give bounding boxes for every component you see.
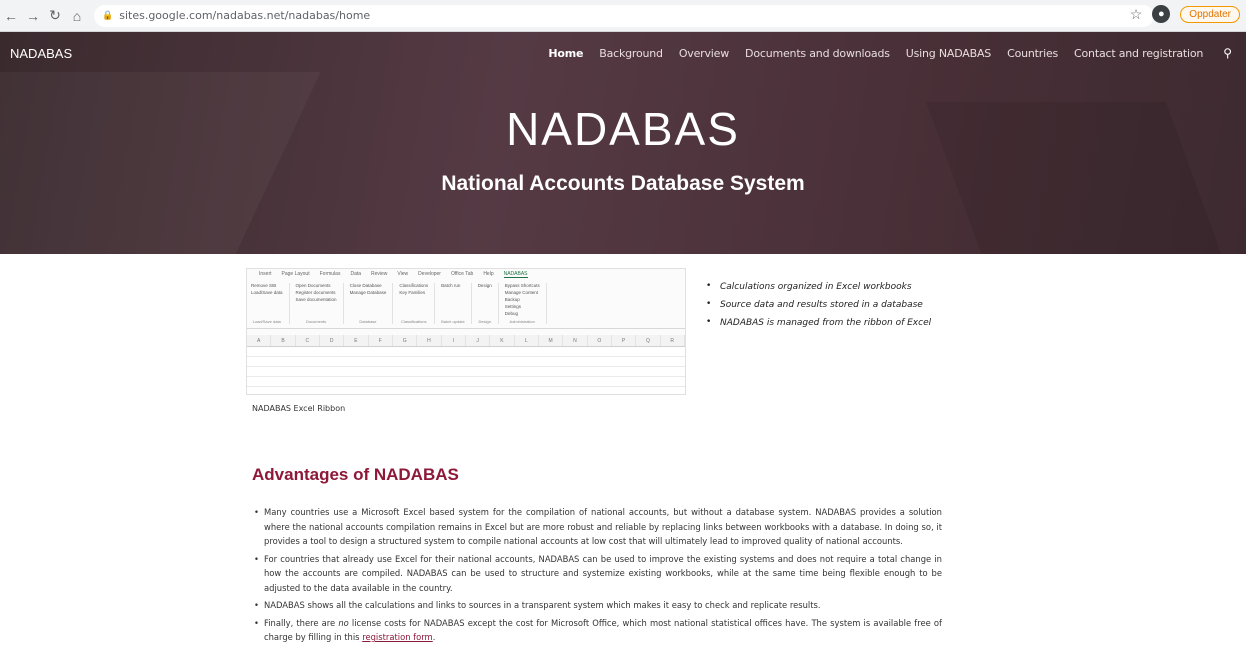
nav-using-nadabas[interactable]: Using NADABAS — [906, 47, 992, 60]
list-item: Source data and results stored in a data… — [706, 299, 931, 310]
browser-toolbar: ← → ↻ ⌂ 🔒 sites.google.com/nadabas.net/n… — [0, 0, 1246, 32]
ribbon-tabs: Insert Page Layout Formulas Data Review … — [247, 269, 685, 279]
ribbon-tab: Developer — [418, 271, 441, 277]
nav-documents-and-downloads[interactable]: Documents and downloads — [745, 47, 890, 60]
ribbon-group: Remove SIB Load/Save data Load/Save data — [251, 283, 290, 324]
advantages-list: Many countries use a Microsoft Excel bas… — [252, 505, 942, 648]
list-item: NADABAS shows all the calculations and l… — [252, 598, 942, 613]
site-name[interactable]: NADABAS — [10, 46, 72, 61]
hero-banner: NADABAS Home Background Overview Documen… — [0, 32, 1246, 254]
ribbon-body: Remove SIB Load/Save data Load/Save data… — [247, 279, 685, 329]
ribbon-group: Close Database Manage Database Database — [350, 283, 394, 324]
update-button[interactable]: Oppdater — [1180, 5, 1240, 23]
nav-overview[interactable]: Overview — [679, 47, 729, 60]
ribbon-tab: Formulas — [319, 271, 341, 277]
nav-home[interactable]: Home — [548, 47, 583, 60]
ribbon-tab: Data — [350, 271, 362, 277]
site-navigation: Home Background Overview Documents and d… — [548, 46, 1232, 60]
feature-list: Calculations organized in Excel workbook… — [706, 281, 931, 336]
page-title: NADABAS — [506, 103, 740, 155]
list-item: NADABAS is managed from the ribbon of Ex… — [706, 317, 931, 328]
ribbon-group: Open Documents Register documents Save d… — [296, 283, 344, 324]
home-icon[interactable]: ⌂ — [66, 5, 88, 27]
ribbon-group: Classifications Key Families Classificat… — [399, 283, 436, 324]
ribbon-tab: View — [397, 271, 409, 277]
image-caption: NADABAS Excel Ribbon — [252, 404, 346, 413]
nav-contact-and-registration[interactable]: Contact and registration — [1074, 47, 1203, 60]
address-bar[interactable]: 🔒 sites.google.com/nadabas.net/nadabas/h… — [94, 4, 1154, 27]
lock-icon: 🔒 — [102, 10, 114, 21]
ribbon-tab: Insert — [259, 271, 272, 277]
ribbon-tab: Office Tab — [450, 271, 474, 277]
nav-background[interactable]: Background — [599, 47, 663, 60]
excel-ribbon-image: Insert Page Layout Formulas Data Review … — [246, 268, 686, 395]
forward-icon[interactable]: → — [22, 5, 44, 27]
search-icon[interactable]: ⚲ — [1223, 46, 1232, 60]
list-item: Calculations organized in Excel workbook… — [706, 281, 931, 292]
list-item: For countries that already use Excel for… — [252, 552, 942, 596]
registration-form-link[interactable]: registration form — [362, 632, 433, 642]
nav-countries[interactable]: Countries — [1007, 47, 1058, 60]
page-subtitle: National Accounts Database System — [441, 172, 805, 195]
back-icon[interactable]: ← — [0, 5, 22, 27]
ribbon-tab: Review — [371, 271, 388, 277]
spreadsheet-grid — [247, 347, 685, 394]
ribbon-tab: Page Layout — [281, 271, 310, 277]
ribbon-group: Batch run Batch update — [441, 283, 472, 324]
ribbon-tab-nadabas: NADABAS — [503, 270, 528, 278]
ribbon-group: Design Design — [478, 283, 499, 324]
url-text: sites.google.com/nadabas.net/nadabas/hom… — [119, 9, 371, 22]
bookmark-star-icon[interactable]: ☆ — [1130, 6, 1143, 23]
reload-icon[interactable]: ↻ — [44, 5, 66, 27]
section-heading: Advantages of NADABAS — [252, 465, 459, 484]
list-item: Many countries use a Microsoft Excel bas… — [252, 505, 942, 549]
ribbon-group: Bypass Shortcuts Manage Content Backup S… — [505, 283, 547, 324]
profile-avatar-icon[interactable]: ● — [1152, 5, 1171, 23]
spreadsheet-column-headers: A B C D E F G H I J K L M N O P Q R — [247, 335, 685, 347]
list-item: Finally, there are no license costs for … — [252, 616, 942, 645]
ribbon-tab: Help — [483, 271, 494, 277]
